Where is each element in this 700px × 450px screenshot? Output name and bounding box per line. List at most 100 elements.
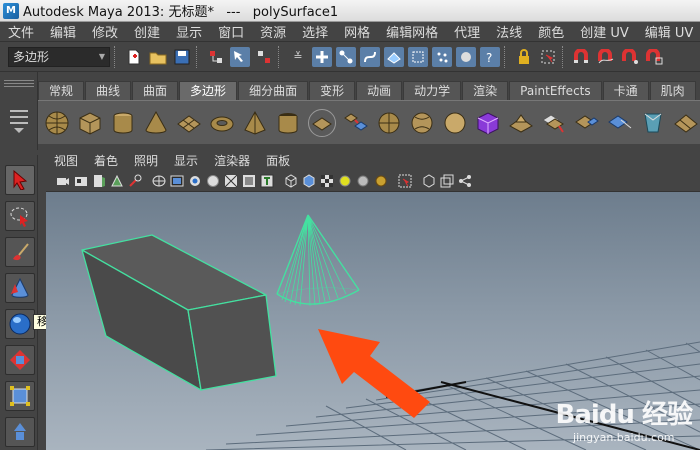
append-polygon-icon[interactable] <box>574 109 600 137</box>
menu-assets[interactable]: 资源 <box>252 22 294 41</box>
shelf-grip-icon[interactable] <box>0 72 38 150</box>
perspective-viewport[interactable]: Baidu 经验 jingyan.baidu.com <box>46 192 700 450</box>
lock-selection-icon[interactable] <box>514 47 534 67</box>
safe-title-icon[interactable] <box>260 174 274 188</box>
menu-select[interactable]: 选择 <box>294 22 336 41</box>
poly-cone-object[interactable] <box>276 214 360 307</box>
poly-cube-icon[interactable] <box>77 109 103 137</box>
panel-menu-renderer[interactable]: 渲染器 <box>206 152 258 169</box>
gate-mask-icon[interactable] <box>206 174 220 188</box>
shelf-tab-animation[interactable]: 动画 <box>356 81 403 100</box>
snap-to-point-icon[interactable] <box>620 47 640 67</box>
paint-select-tool[interactable] <box>5 237 35 267</box>
menu-file[interactable]: 文件 <box>0 22 42 41</box>
shelf-tab-deformation[interactable]: 变形 <box>309 81 356 100</box>
smooth-shade-icon[interactable] <box>302 173 316 188</box>
shelf-tab-polygons[interactable]: 多边形 <box>179 81 238 100</box>
reduce-icon[interactable] <box>442 109 468 137</box>
poly-cylinder-icon[interactable] <box>110 109 136 137</box>
panel-menu-show[interactable]: 显示 <box>166 152 206 169</box>
select-camera-icon[interactable] <box>56 174 70 188</box>
isolate-select-icon[interactable] <box>398 174 412 188</box>
panel-menu-view[interactable]: 视图 <box>46 152 86 169</box>
select-rendering-icon[interactable] <box>456 46 476 67</box>
film-gate-icon[interactable] <box>170 174 184 188</box>
poly-cone-icon[interactable] <box>143 109 169 137</box>
menu-edit-uv[interactable]: 编辑 UV <box>637 22 700 41</box>
select-by-component-icon[interactable] <box>254 47 274 67</box>
menu-mesh[interactable]: 网格 <box>336 22 378 41</box>
smooth-sphere-icon[interactable] <box>376 109 402 137</box>
mirror-cut-icon[interactable] <box>475 109 501 137</box>
shelf-tab-dynamics[interactable]: 动力学 <box>403 81 462 100</box>
move-tool-shelf[interactable] <box>5 273 35 303</box>
wireframe-on-shaded-icon[interactable] <box>320 174 334 188</box>
default-lighting-icon[interactable] <box>338 174 352 188</box>
menu-edit[interactable]: 编辑 <box>42 22 84 41</box>
field-chart-icon[interactable] <box>224 174 238 188</box>
save-scene-icon[interactable] <box>172 47 192 67</box>
menu-create-uv[interactable]: 创建 UV <box>572 22 637 41</box>
image-plane-icon[interactable] <box>110 174 124 188</box>
poly-box-object[interactable] <box>81 234 277 391</box>
panel-menu-panels[interactable]: 面板 <box>258 152 298 169</box>
select-by-hierarchy-icon[interactable] <box>206 47 226 67</box>
select-deformations-icon[interactable] <box>408 46 428 67</box>
camera-attributes-icon[interactable] <box>74 174 88 188</box>
menu-window[interactable]: 窗口 <box>210 22 252 41</box>
shelf-tab-surfaces[interactable]: 曲面 <box>132 81 179 100</box>
select-handles-icon[interactable] <box>312 46 332 67</box>
shelf-tab-curves[interactable]: 曲线 <box>85 81 132 100</box>
shelf-tab-subdivs[interactable]: 细分曲面 <box>238 81 309 100</box>
smooth-sphere-alt-icon[interactable] <box>409 109 435 137</box>
menu-create[interactable]: 创建 <box>126 22 168 41</box>
xray-joints-icon[interactable] <box>440 174 454 188</box>
select-by-object-type-icon[interactable] <box>230 46 250 67</box>
universal-manipulator-tool[interactable] <box>5 417 35 447</box>
panel-menu-lighting[interactable]: 照明 <box>126 152 166 169</box>
menu-proxy[interactable]: 代理 <box>446 22 488 41</box>
select-tool[interactable] <box>5 165 35 195</box>
wireframe-icon[interactable] <box>284 173 298 188</box>
shelf-tab-general[interactable]: 常规 <box>38 81 85 100</box>
menu-display[interactable]: 显示 <box>168 22 210 41</box>
menu-edit-mesh[interactable]: 编辑网格 <box>378 22 446 41</box>
shadows-icon[interactable] <box>374 174 388 188</box>
shelf-tab-toon[interactable]: 卡通 <box>602 81 649 100</box>
open-scene-icon[interactable] <box>148 47 168 67</box>
extrude-icon[interactable] <box>508 109 534 137</box>
shelf-tab-painteffects[interactable]: PaintEffects <box>509 81 602 100</box>
poly-plane-icon[interactable] <box>176 109 202 137</box>
select-surfaces-icon[interactable] <box>384 46 404 67</box>
share-icon[interactable] <box>458 174 472 188</box>
snap-to-grid-icon[interactable] <box>572 47 592 67</box>
xray-icon[interactable] <box>422 173 436 188</box>
poly-sphere-icon[interactable] <box>44 109 70 137</box>
snap-to-view-plane-icon[interactable] <box>644 47 664 67</box>
menu-color[interactable]: 颜色 <box>530 22 572 41</box>
separate-icon[interactable] <box>343 109 369 137</box>
shelf-tab-muscle[interactable]: 肌肉 <box>649 81 696 100</box>
highlight-selection-icon[interactable] <box>538 47 558 67</box>
panel-menu-shading[interactable]: 着色 <box>86 152 126 169</box>
select-misc-icon[interactable]: ? <box>480 46 500 67</box>
menu-normals[interactable]: 法线 <box>488 22 530 41</box>
poly-pipe-icon[interactable] <box>275 109 301 137</box>
scale-tool[interactable] <box>5 381 35 411</box>
grid-toggle-icon[interactable] <box>152 174 166 188</box>
menu-set-dropdown[interactable]: 多边形 ▼ <box>8 46 110 67</box>
mask-dropdown-icon[interactable]: ≚ <box>288 47 308 67</box>
rotate-tool[interactable] <box>5 345 35 375</box>
menu-modify[interactable]: 修改 <box>84 22 126 41</box>
split-polygon-icon[interactable] <box>607 109 633 137</box>
select-curves-icon[interactable] <box>360 46 380 67</box>
all-lights-icon[interactable] <box>356 174 370 188</box>
lasso-tool[interactable] <box>5 201 35 231</box>
bookmarks-icon[interactable] <box>92 174 106 188</box>
move-tool[interactable] <box>5 309 35 339</box>
insert-edge-loop-icon[interactable] <box>673 109 699 137</box>
bridge-icon[interactable] <box>541 109 567 137</box>
bevel-icon[interactable] <box>640 109 666 137</box>
select-dynamics-icon[interactable] <box>432 46 452 67</box>
combine-icon[interactable] <box>308 108 336 137</box>
